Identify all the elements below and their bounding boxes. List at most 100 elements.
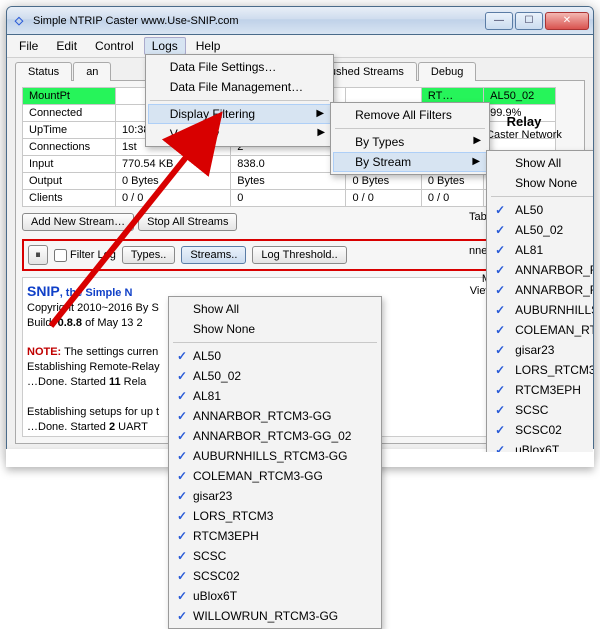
stream-item[interactable]: ✓SCSC02 (489, 420, 594, 440)
stream-item[interactable]: ✓AL81 (171, 386, 379, 406)
table-cell: Connected (23, 105, 116, 122)
stream-item[interactable]: ✓AL50_02 (489, 220, 594, 240)
maximize-button[interactable]: ☐ (515, 12, 543, 30)
stream-item[interactable]: ✓AL50 (489, 200, 594, 220)
stop-streams-button[interactable]: Stop All Streams (138, 213, 237, 231)
stream-item[interactable]: ✓AUBURNHILLS_RTCM3-GG (171, 446, 379, 466)
menu-control[interactable]: Control (87, 37, 142, 55)
mi-by-types[interactable]: By Types ▶ (333, 132, 487, 152)
table-cell: 0 / 0 (346, 190, 421, 207)
logs-dropdown: Data File Settings… Data File Management… (145, 54, 334, 147)
check-icon: ✓ (495, 223, 505, 237)
titlebar: ◇ Simple NTRIP Caster www.Use-SNIP.com —… (7, 7, 593, 35)
app-icon: ◇ (11, 13, 27, 29)
stream-item[interactable]: ✓RTCM3EPH (171, 526, 379, 546)
mi-show-none[interactable]: Show None (171, 319, 379, 339)
streams-popup: Show All Show None ✓AL50✓AL50_02✓AL81✓AN… (168, 296, 382, 629)
stream-item[interactable]: ✓gisar23 (489, 340, 594, 360)
check-icon: ✓ (495, 323, 505, 337)
chevron-right-icon: ▶ (472, 156, 480, 167)
stream-item[interactable]: ✓AL50_02 (171, 366, 379, 386)
log-threshold-button[interactable]: Log Threshold.. (252, 246, 346, 264)
close-button[interactable]: ✕ (545, 12, 589, 30)
check-icon: ✓ (177, 609, 187, 623)
mi-show-all[interactable]: Show All (171, 299, 379, 319)
check-icon: ✓ (177, 489, 187, 503)
table-cell: Input (23, 156, 116, 173)
stream-item[interactable]: ✓RTCM3EPH (489, 380, 594, 400)
check-icon: ✓ (495, 263, 505, 277)
table-cell: 0 Bytes (346, 173, 421, 190)
mi-by-stream[interactable]: By Stream ▶ Show All Show None ✓AL50✓AL5… (333, 152, 487, 172)
stream-item[interactable]: ✓ANNARBOR_RTCM3-GG_02 (489, 280, 594, 300)
stream-item[interactable]: ✓uBlox6T (489, 440, 594, 453)
stream-item[interactable]: ✓COLEMAN_RTCM3-GG (171, 466, 379, 486)
table-cell: UpTime (23, 122, 116, 139)
table-cell: 0 / 0 (116, 190, 231, 207)
check-icon: ✓ (177, 369, 187, 383)
check-icon: ✓ (177, 509, 187, 523)
check-icon: ✓ (495, 383, 505, 397)
stream-item[interactable]: ✓gisar23 (171, 486, 379, 506)
check-icon: ✓ (495, 363, 505, 377)
stream-item[interactable]: ✓ANNARBOR_RTCM3-GG (489, 260, 594, 280)
add-stream-button[interactable]: Add New Stream… (22, 213, 134, 231)
stream-item[interactable]: ✓SCSC (171, 546, 379, 566)
table-cell: 770.54 KB (116, 156, 231, 173)
tab-an[interactable]: an (73, 62, 111, 81)
tab-status[interactable]: Status (15, 62, 72, 81)
chevron-right-icon: ▶ (317, 127, 325, 138)
stream-item[interactable]: ✓SCSC02 (171, 566, 379, 586)
check-icon: ✓ (177, 529, 187, 543)
by-stream-list: Show All Show None ✓AL50✓AL50_02✓AL81✓AN… (486, 150, 594, 453)
stream-item[interactable]: ✓WILLOWRUN_RTCM3-GG (171, 606, 379, 626)
menu-logs[interactable]: Logs Data File Settings… Data File Manag… (144, 37, 186, 55)
stream-item[interactable]: ✓ANNARBOR_RTCM3-GG (171, 406, 379, 426)
check-icon: ✓ (495, 303, 505, 317)
check-icon: ✓ (177, 389, 187, 403)
filter-submenu: Remove All Filters By Types ▶ By Stream … (330, 102, 490, 175)
tab-debug[interactable]: Debug (418, 62, 476, 81)
stream-item[interactable]: ✓COLEMAN_RTCM3-GG (489, 320, 594, 340)
mi-datafile-mgmt[interactable]: Data File Management… (148, 77, 331, 97)
stream-item[interactable]: ✓AL81 (489, 240, 594, 260)
pause-icon[interactable]: ⏸ (28, 245, 48, 265)
types-button[interactable]: Types.. (122, 246, 175, 264)
mi-show-none[interactable]: Show None (489, 173, 594, 193)
check-icon: ✓ (177, 409, 187, 423)
streams-button[interactable]: Streams.. (181, 246, 246, 264)
table-cell: 0 Bytes (116, 173, 231, 190)
menu-file[interactable]: File (11, 37, 46, 55)
mi-verbosity[interactable]: Verbosity ▶ (148, 124, 331, 144)
th-mountpt: MountPt (23, 88, 116, 105)
menubar: File Edit Control Logs Data File Setting… (7, 35, 593, 58)
table-cell: Clients (23, 190, 116, 207)
filter-log-checkbox[interactable]: Filter Log (54, 249, 116, 262)
stream-item[interactable]: ✓AL50 (171, 346, 379, 366)
mi-display-filtering[interactable]: Display Filtering ▶ Remove All Filters B… (148, 104, 331, 124)
mi-remove-filters[interactable]: Remove All Filters (333, 105, 487, 125)
table-cell: Output (23, 173, 116, 190)
stream-item[interactable]: ✓SCSC (489, 400, 594, 420)
stream-item[interactable]: ✓LORS_RTCM3 (489, 360, 594, 380)
check-icon: ✓ (177, 429, 187, 443)
stream-item[interactable]: ✓LORS_RTCM3 (171, 506, 379, 526)
menu-help[interactable]: Help (188, 37, 229, 55)
check-icon: ✓ (495, 403, 505, 417)
chevron-right-icon: ▶ (473, 135, 481, 146)
check-icon: ✓ (177, 469, 187, 483)
check-icon: ✓ (177, 449, 187, 463)
check-icon: ✓ (495, 283, 505, 297)
chevron-right-icon: ▶ (316, 108, 324, 119)
stream-item[interactable]: ✓uBlox6T (171, 586, 379, 606)
stream-item[interactable]: ✓ANNARBOR_RTCM3-GG_02 (171, 426, 379, 446)
menu-edit[interactable]: Edit (48, 37, 85, 55)
stream-item[interactable]: ✓AUBURNHILLS_RTCM3-GG (489, 300, 594, 320)
minimize-button[interactable]: — (485, 12, 513, 30)
mi-show-all[interactable]: Show All (489, 153, 594, 173)
window-title: Simple NTRIP Caster www.Use-SNIP.com (33, 15, 485, 27)
table-cell: Bytes (231, 173, 346, 190)
check-icon: ✓ (495, 423, 505, 437)
mi-datafile-settings[interactable]: Data File Settings… (148, 57, 331, 77)
table-cell: Connections (23, 139, 116, 156)
